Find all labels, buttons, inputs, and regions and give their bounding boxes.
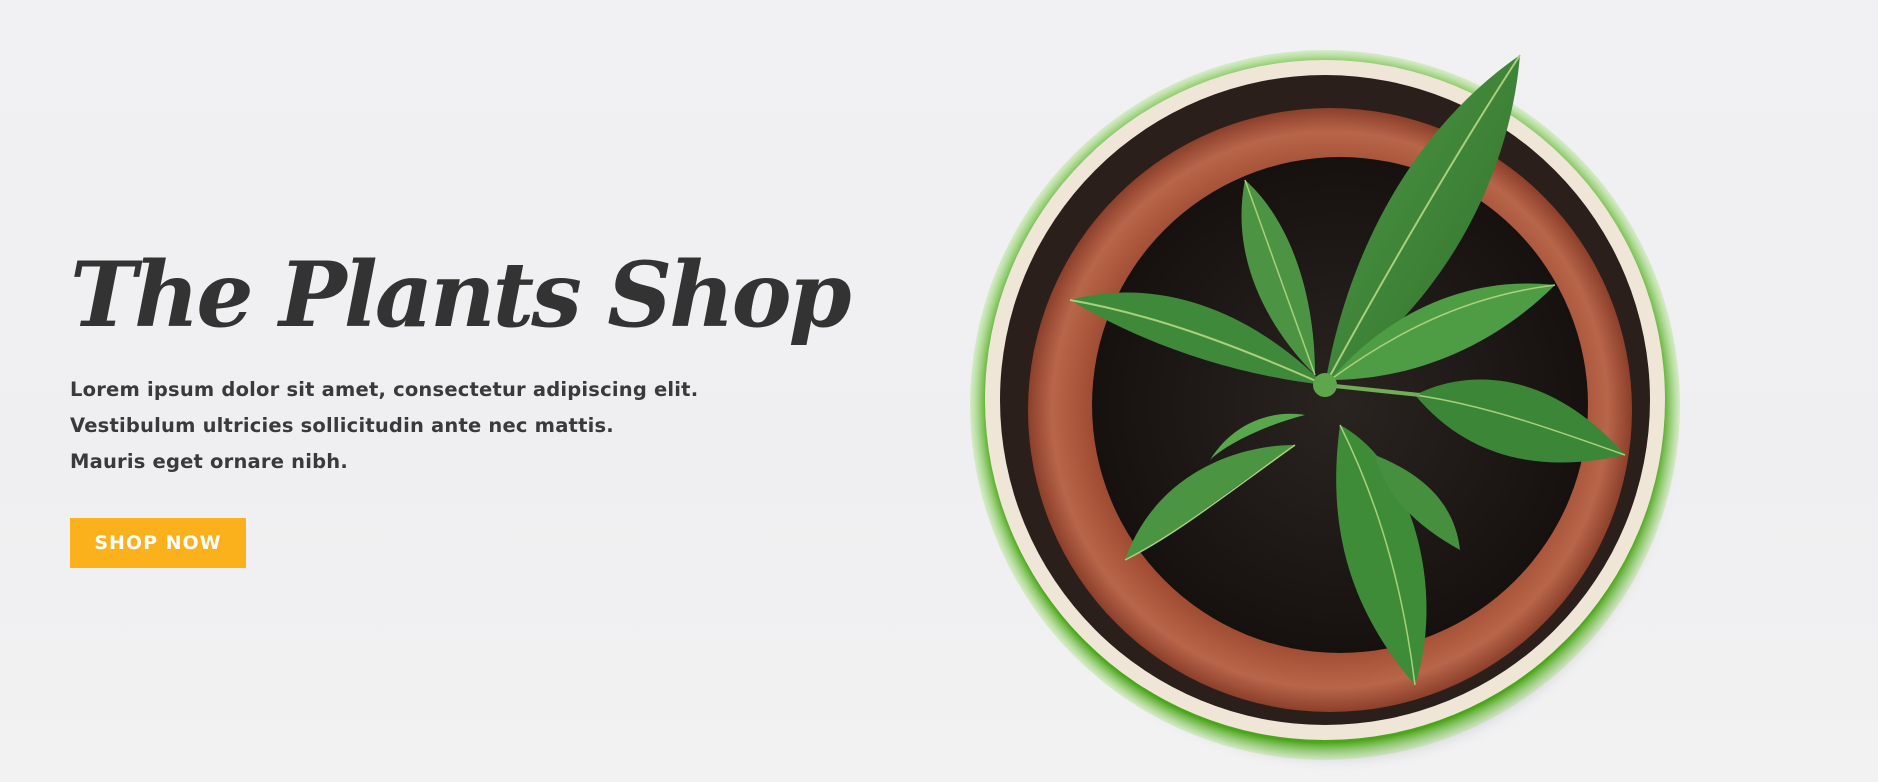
- hero-title: The Plants Shop: [70, 242, 852, 348]
- hero-banner: The Plants Shop Lorem ipsum dolor sit am…: [0, 0, 1878, 782]
- hero-description-line: Vestibulum ultricies sollicitudin ante n…: [70, 414, 614, 437]
- hero-description-line: Mauris eget ornare nibh.: [70, 450, 348, 473]
- hero-description-line: Lorem ipsum dolor sit amet, consectetur …: [70, 378, 699, 401]
- shop-now-button[interactable]: SHOP NOW: [70, 518, 246, 568]
- potted-plant-image: [970, 50, 1680, 760]
- hero-description: Lorem ipsum dolor sit amet, consectetur …: [70, 372, 710, 480]
- hero-text-block: The Plants Shop Lorem ipsum dolor sit am…: [70, 240, 852, 568]
